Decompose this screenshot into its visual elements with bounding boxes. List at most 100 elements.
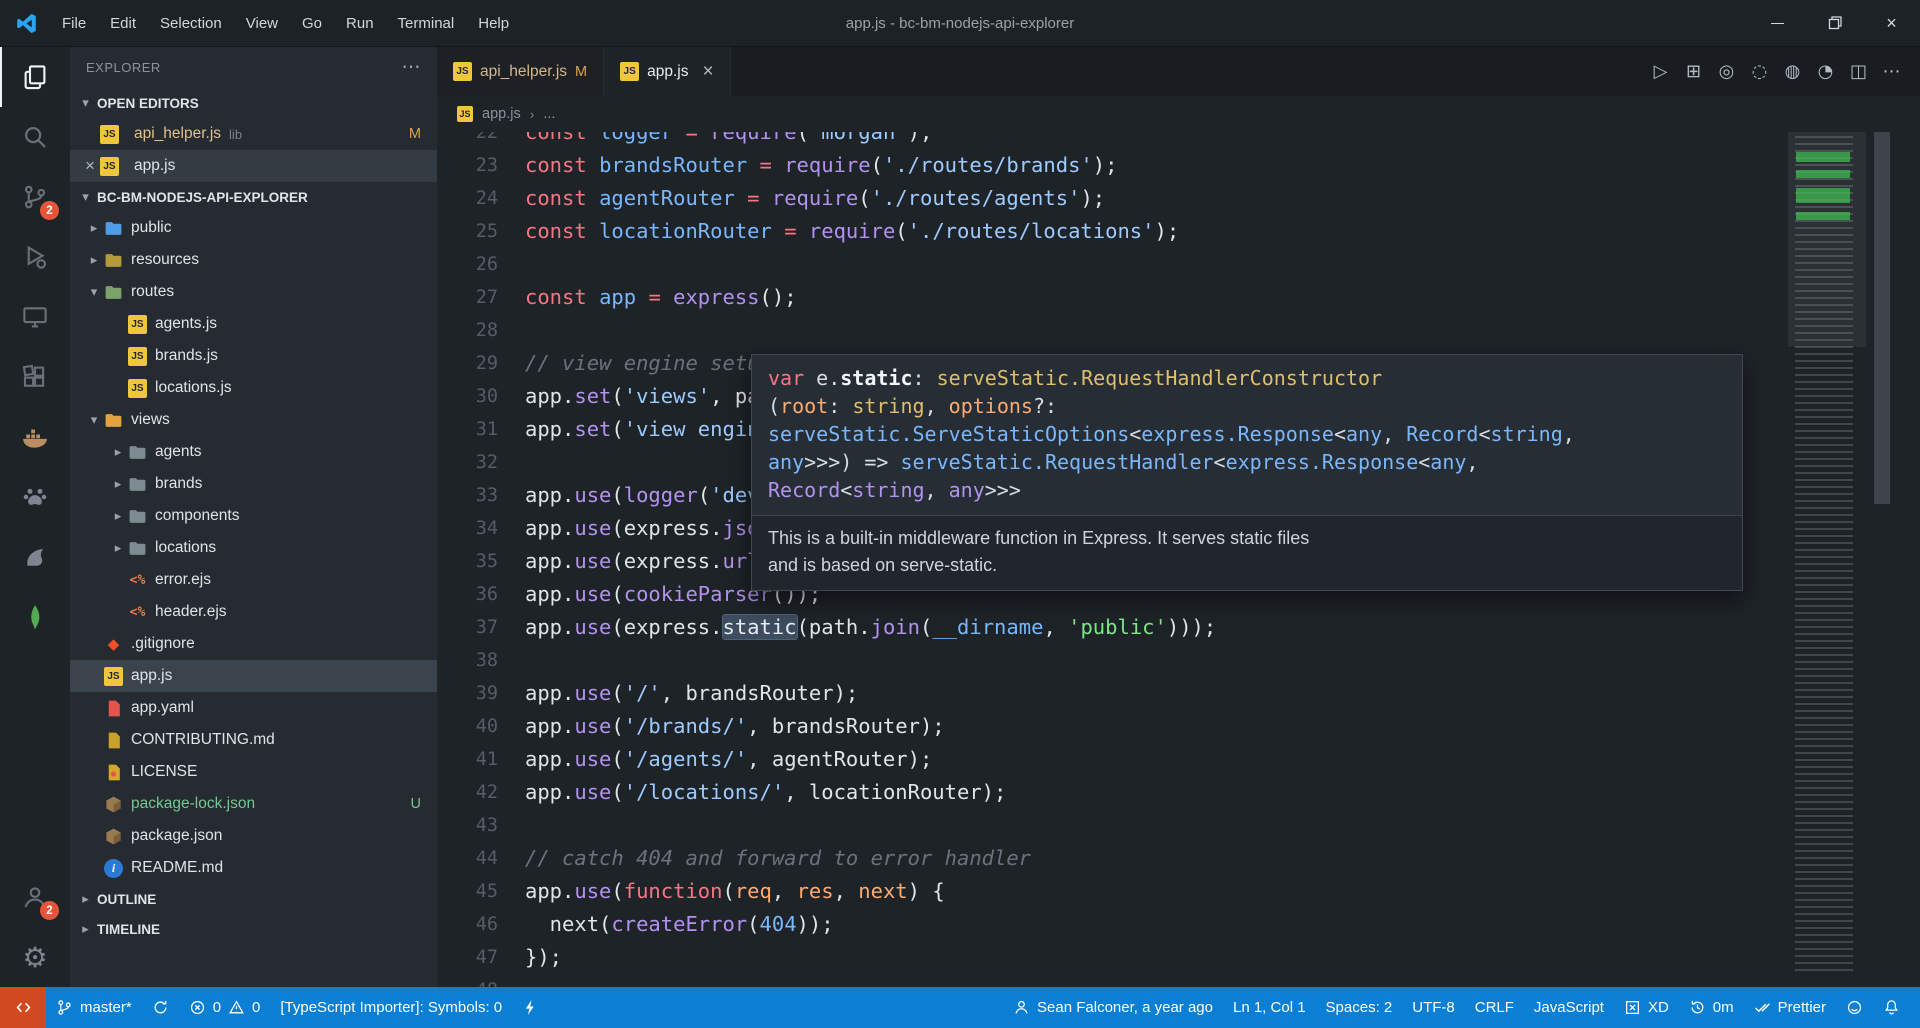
paw-extension-icon[interactable] xyxy=(0,467,70,527)
code-line-28[interactable]: 28 xyxy=(437,314,1920,347)
code-line-22[interactable]: 22const logger = require('morgan'); xyxy=(437,132,1920,149)
explorer-icon[interactable] xyxy=(0,47,70,107)
run-below-icon[interactable]: ⊞ xyxy=(1677,55,1710,88)
tree-item-agents[interactable]: ▸agents xyxy=(70,436,437,468)
sync-button[interactable] xyxy=(142,987,179,1028)
minimap[interactable] xyxy=(1788,132,1866,979)
tree-item-locations-js[interactable]: JSlocations.js xyxy=(70,372,437,404)
gitlens-compare-icon[interactable]: ◎ xyxy=(1710,55,1743,88)
tree-item-contributing-md[interactable]: CONTRIBUTING.md xyxy=(70,724,437,756)
tree-item-app-js[interactable]: JSapp.js xyxy=(70,660,437,692)
tree-item-package-json[interactable]: package.json xyxy=(70,820,437,852)
menu-run[interactable]: Run xyxy=(334,0,386,47)
extensions-icon[interactable] xyxy=(0,347,70,407)
tree-item-public[interactable]: ▸public xyxy=(70,212,437,244)
open-editor-api-helper-js[interactable]: JS api_helper.js lib M xyxy=(70,118,437,150)
breadcrumb[interactable]: JS app.js › ... xyxy=(437,96,1920,132)
code-line-41[interactable]: 41app.use('/agents/', agentRouter); xyxy=(437,743,1920,776)
scrollbar-thumb[interactable] xyxy=(1874,132,1890,504)
indentation-status[interactable]: Spaces: 2 xyxy=(1316,987,1403,1028)
tree-item-app-yaml[interactable]: app.yaml xyxy=(70,692,437,724)
tree-item--gitignore[interactable]: ◆.gitignore xyxy=(70,628,437,660)
tree-item-routes[interactable]: ▾routes xyxy=(70,276,437,308)
encoding-status[interactable]: UTF-8 xyxy=(1402,987,1465,1028)
run-debug-icon[interactable] xyxy=(0,227,70,287)
menu-file[interactable]: File xyxy=(50,0,98,47)
code-line-46[interactable]: 46 next(createError(404)); xyxy=(437,908,1920,941)
tree-item-locations[interactable]: ▸locations xyxy=(70,532,437,564)
code-line-23[interactable]: 23const brandsRouter = require('./routes… xyxy=(437,149,1920,182)
menu-selection[interactable]: Selection xyxy=(148,0,234,47)
tree-item-brands[interactable]: ▸brands xyxy=(70,468,437,500)
split-editor-icon[interactable]: ◫ xyxy=(1842,55,1875,88)
timeline-section-header[interactable]: ▸ TIMELINE xyxy=(70,914,437,944)
breadcrumb-more[interactable]: ... xyxy=(543,106,555,122)
zap-icon[interactable] xyxy=(512,987,549,1028)
close-icon[interactable]: × xyxy=(703,61,714,83)
remote-explorer-icon[interactable] xyxy=(0,287,70,347)
code-line-47[interactable]: 47}); xyxy=(437,941,1920,974)
search-icon[interactable] xyxy=(0,107,70,167)
tree-item-brands-js[interactable]: JSbrands.js xyxy=(70,340,437,372)
code-line-42[interactable]: 42app.use('/locations/', locationRouter)… xyxy=(437,776,1920,809)
project-section-header[interactable]: ▾ BC-BM-NODEJS-API-EXPLORER xyxy=(70,182,437,212)
close-icon[interactable]: × xyxy=(80,156,100,176)
menu-terminal[interactable]: Terminal xyxy=(386,0,467,47)
tree-item-header-ejs[interactable]: <%header.ejs xyxy=(70,596,437,628)
notifications-bell-icon[interactable] xyxy=(1873,987,1910,1028)
gitlens-blame-status[interactable]: Sean Falconer, a year ago xyxy=(1003,987,1223,1028)
git-branch-status[interactable]: master* xyxy=(46,987,142,1028)
code-line-44[interactable]: 44// catch 404 and forward to error hand… xyxy=(437,842,1920,875)
code-line-25[interactable]: 25const locationRouter = require('./rout… xyxy=(437,215,1920,248)
menu-view[interactable]: View xyxy=(234,0,290,47)
code-line-38[interactable]: 38 xyxy=(437,644,1920,677)
xd-extension-status[interactable]: XD xyxy=(1614,987,1679,1028)
open-preview-icon[interactable]: ◔ xyxy=(1809,55,1842,88)
code-editor[interactable]: 22const logger = require('morgan');23con… xyxy=(437,132,1920,987)
mongodb-icon[interactable] xyxy=(0,587,70,647)
problems-status[interactable]: 0 0 xyxy=(179,987,271,1028)
menu-edit[interactable]: Edit xyxy=(98,0,148,47)
source-control-icon[interactable]: 2 xyxy=(0,167,70,227)
code-line-48[interactable]: 48 xyxy=(437,974,1920,987)
code-line-39[interactable]: 39app.use('/', brandsRouter); xyxy=(437,677,1920,710)
ts-importer-status[interactable]: [TypeScript Importer]: Symbols: 0 xyxy=(270,987,512,1028)
code-line-45[interactable]: 45app.use(function(req, res, next) { xyxy=(437,875,1920,908)
tab-api-helper-js[interactable]: JS api_helper.js M xyxy=(437,47,604,96)
breadcrumb-file[interactable]: app.js xyxy=(482,106,521,122)
circle-outline-icon[interactable]: ◌ xyxy=(1743,55,1776,88)
code-line-24[interactable]: 24const agentRouter = require('./routes/… xyxy=(437,182,1920,215)
menu-go[interactable]: Go xyxy=(290,0,334,47)
swoosh-extension-icon[interactable] xyxy=(0,527,70,587)
restore-icon[interactable] xyxy=(1806,0,1863,46)
language-mode-status[interactable]: JavaScript xyxy=(1524,987,1614,1028)
prettier-status[interactable]: Prettier xyxy=(1744,987,1836,1028)
code-line-37[interactable]: 37app.use(express.static(path.join(__dir… xyxy=(437,611,1920,644)
run-button[interactable]: ▷ xyxy=(1644,55,1677,88)
tree-item-resources[interactable]: ▸resources xyxy=(70,244,437,276)
open-editors-section-header[interactable]: ▾ OPEN EDITORS xyxy=(70,88,437,118)
tree-item-readme-md[interactable]: iREADME.md xyxy=(70,852,437,884)
code-line-40[interactable]: 40app.use('/brands/', brandsRouter); xyxy=(437,710,1920,743)
accounts-icon[interactable]: 2 xyxy=(0,867,70,927)
views-and-more-actions-icon[interactable]: ⋯ xyxy=(402,56,422,79)
cursor-position-status[interactable]: Ln 1, Col 1 xyxy=(1223,987,1316,1028)
more-actions-icon[interactable]: ⋯ xyxy=(1875,55,1908,88)
minimap-slider[interactable] xyxy=(1788,132,1866,347)
close-icon[interactable]: × xyxy=(1863,0,1920,46)
timer-status[interactable]: 0m xyxy=(1679,987,1744,1028)
menu-help[interactable]: Help xyxy=(466,0,521,47)
tree-item-license[interactable]: LICENSE xyxy=(70,756,437,788)
docker-icon[interactable] xyxy=(0,407,70,467)
tree-item-package-lock-json[interactable]: package-lock.jsonU xyxy=(70,788,437,820)
remote-indicator[interactable] xyxy=(0,987,46,1028)
open-editor-app-js[interactable]: × JS app.js xyxy=(70,150,437,182)
tree-item-agents-js[interactable]: JSagents.js xyxy=(70,308,437,340)
settings-gear-icon[interactable]: ⚙ xyxy=(0,927,70,987)
tree-item-error-ejs[interactable]: <%error.ejs xyxy=(70,564,437,596)
code-line-27[interactable]: 27const app = express(); xyxy=(437,281,1920,314)
minimize-icon[interactable] xyxy=(1749,0,1806,46)
outline-section-header[interactable]: ▸ OUTLINE xyxy=(70,884,437,914)
tab-app-js[interactable]: JS app.js × xyxy=(604,47,730,96)
code-line-43[interactable]: 43 xyxy=(437,809,1920,842)
